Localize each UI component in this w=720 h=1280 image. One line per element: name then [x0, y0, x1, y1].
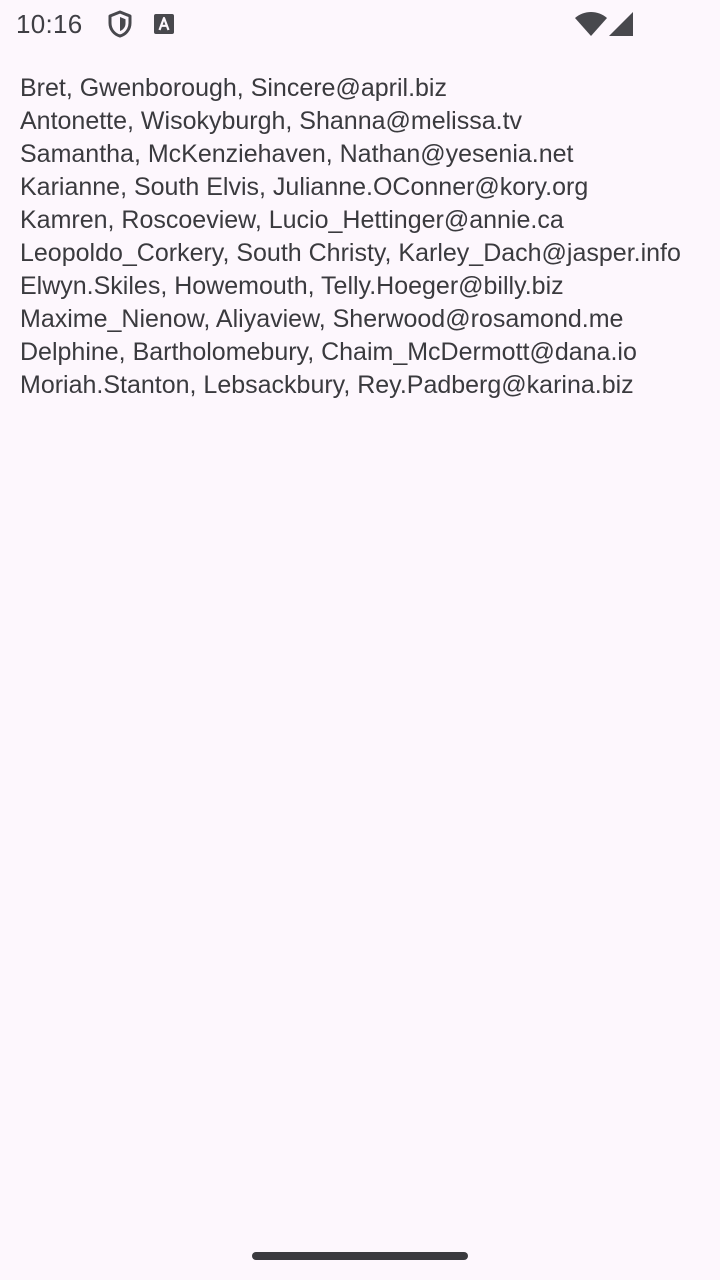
list-item[interactable]: Elwyn.Skiles, Howemouth, Telly.Hoeger@bi… [20, 270, 720, 303]
list-item[interactable]: Leopoldo_Corkery, South Christy, Karley_… [20, 237, 720, 270]
cellular-signal-icon [609, 12, 633, 36]
status-time: 10:16 [16, 9, 83, 39]
list-item[interactable]: Kamren, Roscoeview, Lucio_Hettinger@anni… [20, 204, 720, 237]
wifi-icon [575, 12, 607, 36]
list-item[interactable]: Moriah.Stanton, Lebsackbury, Rey.Padberg… [20, 369, 720, 402]
list-item[interactable]: Karianne, South Elvis, Julianne.OConner@… [20, 171, 720, 204]
home-indicator[interactable] [252, 1252, 468, 1260]
user-list: Bret, Gwenborough, Sincere@april.biz Anto… [20, 72, 720, 402]
list-item[interactable]: Bret, Gwenborough, Sincere@april.biz [20, 72, 720, 105]
list-item[interactable]: Delphine, Bartholomebury, Chaim_McDermot… [20, 336, 720, 369]
status-bar: 10:16 [0, 0, 720, 48]
shield-icon [108, 10, 132, 38]
list-item[interactable]: Samantha, McKenziehaven, Nathan@yesenia.… [20, 138, 720, 171]
font-download-icon [154, 14, 174, 34]
list-item[interactable]: Antonette, Wisokyburgh, Shanna@melissa.t… [20, 105, 720, 138]
list-item[interactable]: Maxime_Nienow, Aliyaview, Sherwood@rosam… [20, 303, 720, 336]
